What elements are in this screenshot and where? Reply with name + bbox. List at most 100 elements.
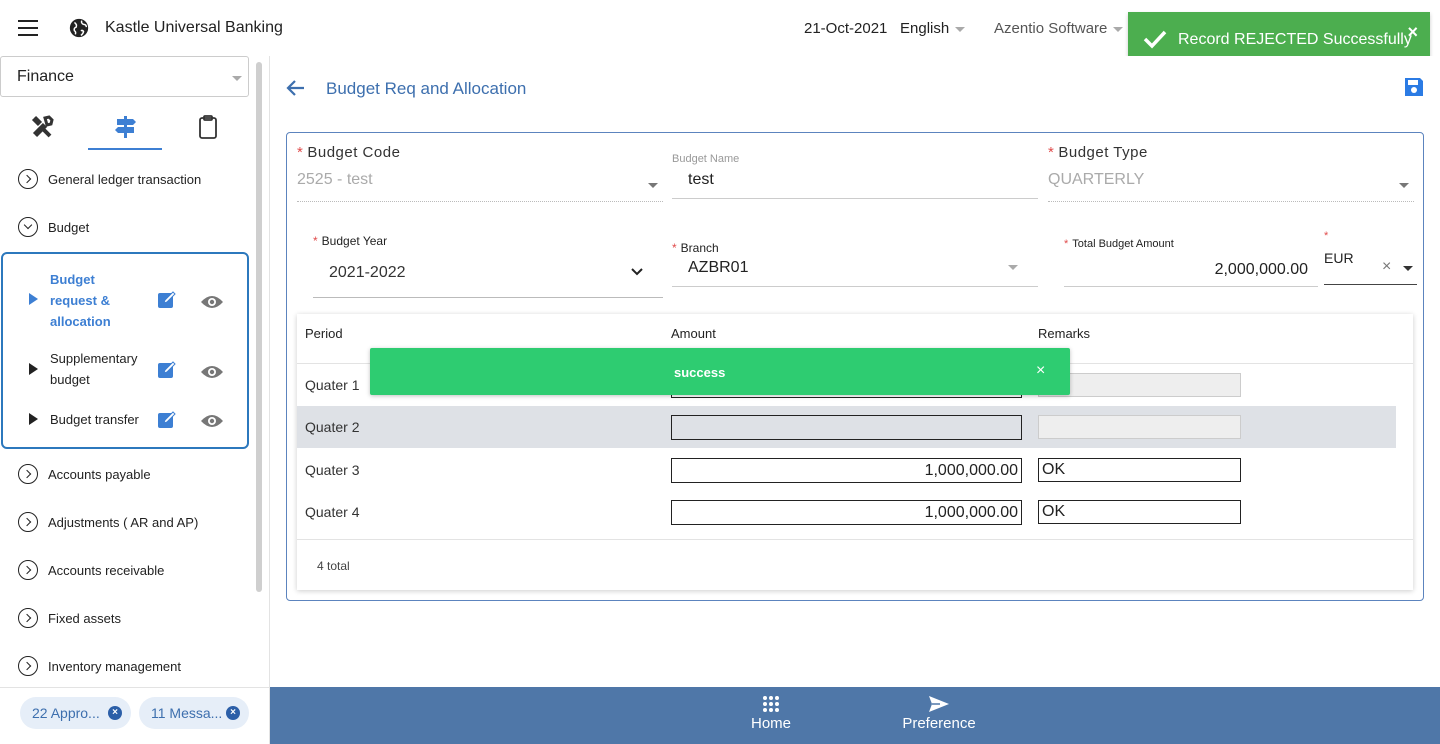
menu-icon[interactable] bbox=[18, 20, 38, 36]
sidebar-item-label: Fixed assets bbox=[48, 610, 121, 626]
chevron-down-icon bbox=[648, 183, 658, 188]
eye-icon[interactable] bbox=[200, 293, 224, 311]
sidebar-item-general-ledger[interactable]: General ledger transaction bbox=[18, 167, 201, 191]
caret-right-icon bbox=[29, 363, 38, 375]
tab-navigation[interactable] bbox=[88, 108, 162, 150]
tab-clipboard[interactable] bbox=[170, 108, 244, 150]
company-select[interactable]: Azentio Software bbox=[994, 20, 1124, 37]
chevron-right-circle-icon bbox=[18, 656, 38, 676]
amount-input[interactable]: 1,000,000.00 bbox=[671, 500, 1022, 525]
total-budget-amount-field[interactable]: * Total Budget Amount 2,000,000.00 bbox=[1064, 238, 1318, 287]
alert-text: success bbox=[674, 365, 726, 380]
column-header-remarks: Remarks bbox=[1038, 326, 1091, 341]
back-arrow-icon[interactable] bbox=[286, 79, 306, 97]
eye-icon[interactable] bbox=[200, 412, 224, 430]
edit-icon[interactable] bbox=[157, 360, 177, 380]
approvals-chip[interactable]: 22 Appro... × bbox=[20, 697, 131, 729]
preference-label: Preference bbox=[902, 715, 976, 732]
close-icon[interactable]: × bbox=[226, 706, 240, 720]
tab-tools[interactable] bbox=[5, 108, 79, 150]
language-select[interactable]: English bbox=[900, 20, 966, 37]
period-cell: Quater 3 bbox=[305, 462, 360, 478]
sidebar-item-accounts-receivable[interactable]: Accounts receivable bbox=[18, 558, 164, 582]
app-title: Kastle Universal Banking bbox=[105, 19, 283, 36]
branch-label: Branch bbox=[680, 241, 719, 255]
edit-icon[interactable] bbox=[157, 410, 177, 430]
required-mark: * bbox=[1064, 238, 1069, 250]
sidebar-item-budget[interactable]: Budget bbox=[18, 215, 89, 239]
chevron-down-icon bbox=[1113, 26, 1124, 32]
toast-close-icon[interactable]: × bbox=[1407, 22, 1418, 43]
amount-input[interactable]: 1,000,000.00 bbox=[671, 458, 1022, 483]
chevron-right-circle-icon bbox=[18, 608, 38, 628]
required-mark: * bbox=[1048, 144, 1055, 161]
column-header-amount: Amount bbox=[671, 326, 716, 341]
sidebar-item-budget-transfer[interactable]: Budget transfer bbox=[3, 410, 247, 440]
clear-icon[interactable]: × bbox=[1382, 258, 1391, 276]
required-mark: * bbox=[313, 234, 318, 248]
globe-icon[interactable] bbox=[68, 17, 90, 39]
budget-name-label: Budget Name bbox=[672, 153, 740, 165]
home-label: Home bbox=[750, 715, 791, 732]
module-value: Finance bbox=[17, 68, 74, 85]
budget-name-value: test bbox=[688, 171, 714, 188]
sidebar-item-adjustments[interactable]: Adjustments ( AR and AP) bbox=[18, 510, 198, 534]
remarks-input[interactable]: OK bbox=[1038, 500, 1241, 524]
sidebar-scrollbar[interactable] bbox=[256, 62, 262, 592]
amount-input[interactable] bbox=[671, 415, 1022, 440]
budget-code-field[interactable]: * Budget Code 2525 - test bbox=[297, 144, 663, 202]
check-icon bbox=[1143, 30, 1167, 49]
home-button[interactable]: Home bbox=[731, 695, 811, 732]
period-cell: Quater 1 bbox=[305, 377, 360, 393]
messages-chip[interactable]: 11 Messa... × bbox=[139, 697, 249, 729]
sidebar-item-label: Supplementary budget bbox=[50, 351, 138, 387]
current-date: 21-Oct-2021 bbox=[804, 20, 888, 37]
chevron-right-circle-icon bbox=[18, 512, 38, 532]
budget-type-value: QUARTERLY bbox=[1048, 171, 1145, 188]
budget-year-field[interactable]: * Budget Year 2021-2022 bbox=[313, 234, 663, 298]
chevron-down-circle-icon bbox=[18, 217, 38, 237]
sidebar-item-supplementary-budget[interactable]: Supplementary budget bbox=[3, 348, 247, 392]
chip-label: 22 Appro... bbox=[32, 705, 100, 721]
close-icon[interactable]: × bbox=[108, 706, 122, 720]
budget-code-value: 2525 - test bbox=[297, 171, 373, 188]
chevron-down-icon bbox=[1008, 265, 1018, 270]
period-cell: Quater 2 bbox=[305, 419, 360, 435]
tool-tabs bbox=[0, 108, 250, 150]
save-icon[interactable] bbox=[1403, 76, 1425, 98]
remarks-input[interactable]: OK bbox=[1038, 458, 1241, 482]
success-alert: success × bbox=[370, 348, 1070, 395]
chevron-down-icon bbox=[631, 268, 643, 276]
budget-code-label: Budget Code bbox=[307, 144, 401, 161]
signpost-icon bbox=[115, 116, 136, 138]
budget-year-value: 2021-2022 bbox=[329, 264, 406, 281]
required-mark: * bbox=[1324, 230, 1329, 242]
budget-name-field[interactable]: Budget Name test bbox=[672, 153, 1038, 199]
sidebar-item-label: Inventory management bbox=[48, 658, 181, 674]
sidebar-item-inventory[interactable]: Inventory management bbox=[18, 654, 181, 678]
currency-field[interactable]: * EUR × bbox=[1324, 230, 1417, 285]
table-row: Quater 3 1,000,000.00 OK bbox=[297, 449, 1396, 491]
eye-icon[interactable] bbox=[200, 363, 224, 381]
branch-field[interactable]: * Branch AZBR01 bbox=[672, 241, 1038, 287]
chevron-down-icon bbox=[1399, 183, 1409, 188]
total-amount-value: 2,000,000.00 bbox=[1214, 261, 1308, 278]
sidebar-item-budget-request[interactable]: Budget request & allocation bbox=[3, 266, 247, 330]
sidebar-item-label: Budget request & allocation bbox=[50, 272, 111, 329]
budget-type-field[interactable]: * Budget Type QUARTERLY bbox=[1048, 144, 1414, 202]
preference-button[interactable]: Preference bbox=[899, 695, 979, 732]
chevron-down-icon bbox=[1403, 266, 1413, 271]
page-title: Budget Req and Allocation bbox=[326, 79, 527, 98]
close-icon[interactable]: × bbox=[1036, 362, 1045, 380]
send-icon bbox=[929, 696, 949, 712]
language-value: English bbox=[900, 20, 950, 37]
sidebar-item-label: Accounts receivable bbox=[48, 562, 165, 578]
sidebar-item-accounts-payable[interactable]: Accounts payable bbox=[18, 462, 151, 486]
edit-icon[interactable] bbox=[157, 290, 177, 310]
chevron-down-icon bbox=[955, 26, 966, 32]
toast-message: Record REJECTED Successfully bbox=[1178, 31, 1412, 48]
chip-label: 11 Messa... bbox=[151, 705, 223, 721]
remarks-input[interactable] bbox=[1038, 415, 1241, 439]
module-select[interactable]: Finance bbox=[0, 56, 249, 97]
sidebar-item-fixed-assets[interactable]: Fixed assets bbox=[18, 606, 121, 630]
